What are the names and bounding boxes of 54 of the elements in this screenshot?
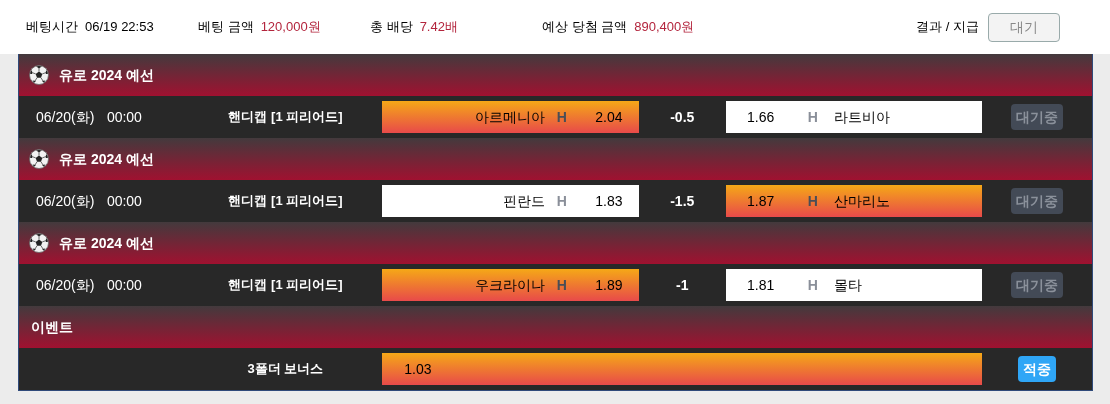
soccer-ball-icon (29, 65, 49, 85)
market-name: 핸디캡 [1 피리어드] (227, 276, 344, 295)
odds-value: 1.81 (746, 275, 776, 295)
match-time: 00:00 (105, 107, 143, 127)
team-name: 라트비아 (832, 107, 891, 127)
soccer-ball-icon (29, 149, 49, 169)
handicap-mark: H (806, 191, 819, 211)
team-name: 핀란드 (501, 191, 545, 211)
soccer-ball-icon (29, 233, 49, 253)
home-odds-button[interactable]: 우크라이나 H 1.89 (382, 269, 639, 301)
away-odds-button[interactable]: 1.87 H 산마리노 (725, 185, 983, 217)
away-odds-button[interactable]: 1.81 H 몰타 (725, 269, 983, 301)
handicap-mark: H (555, 107, 568, 127)
match-datetime-date: 06/20(화) (35, 107, 96, 127)
summary-value: 06/19 22:53 (85, 18, 154, 37)
summary-label: 베팅 금액 (198, 18, 254, 37)
home-odds-button[interactable]: 아르메니아 H 2.04 (382, 101, 639, 133)
odds-value: 1.83 (594, 191, 624, 211)
match-time: 00:00 (105, 191, 143, 211)
odds-value: 1.87 (746, 191, 776, 211)
summary-value: 7.42배 (419, 18, 458, 37)
handicap-mark: H (555, 275, 568, 295)
section-title: 유로 2024 예선 (59, 149, 154, 169)
match-datetime-date: 06/20(화) (35, 191, 96, 211)
handicap-mark: H (806, 275, 819, 295)
odds-value: 1.03 (404, 359, 432, 379)
team-name: 우크라이나 (473, 275, 545, 295)
market-name: 핸디캡 [1 피리어드] (227, 192, 344, 211)
section-title: 이벤트 (30, 317, 73, 337)
match-datetime-date: 06/20(화) (35, 275, 96, 295)
team-name: 아르메니아 (473, 107, 545, 127)
handicap-mark: H (806, 107, 819, 127)
handicap-line: -1.5 (669, 191, 696, 211)
handicap-mark: H (555, 191, 568, 211)
home-odds-button[interactable]: 핀란드 H 1.83 (382, 185, 639, 217)
team-name: 산마리노 (832, 191, 891, 211)
summary-label: 베팅시간 (26, 18, 78, 37)
result-label: 결과 / 지급 (916, 18, 979, 37)
summary-value: 120,000원 (260, 18, 321, 37)
bonus-name: 3폴더 보너스 (246, 360, 325, 379)
odds-value: 1.66 (746, 107, 776, 127)
summary-value: 890,400원 (634, 18, 695, 37)
odds-value: 1.89 (594, 275, 624, 295)
handicap-line: -1 (675, 275, 690, 295)
team-name: 몰타 (832, 275, 863, 295)
summary-label: 예상 당첨 금액 (542, 18, 628, 37)
away-odds-button[interactable]: 1.66 H 라트비아 (725, 101, 983, 133)
match-time: 00:00 (105, 275, 143, 295)
handicap-line: -0.5 (669, 107, 696, 127)
section-title: 유로 2024 예선 (59, 65, 154, 85)
section-title: 유로 2024 예선 (59, 233, 154, 253)
summary-label: 총 배당 (370, 18, 413, 37)
odds-value: 2.04 (594, 107, 624, 127)
market-name: 핸디캡 [1 피리어드] (227, 108, 344, 127)
